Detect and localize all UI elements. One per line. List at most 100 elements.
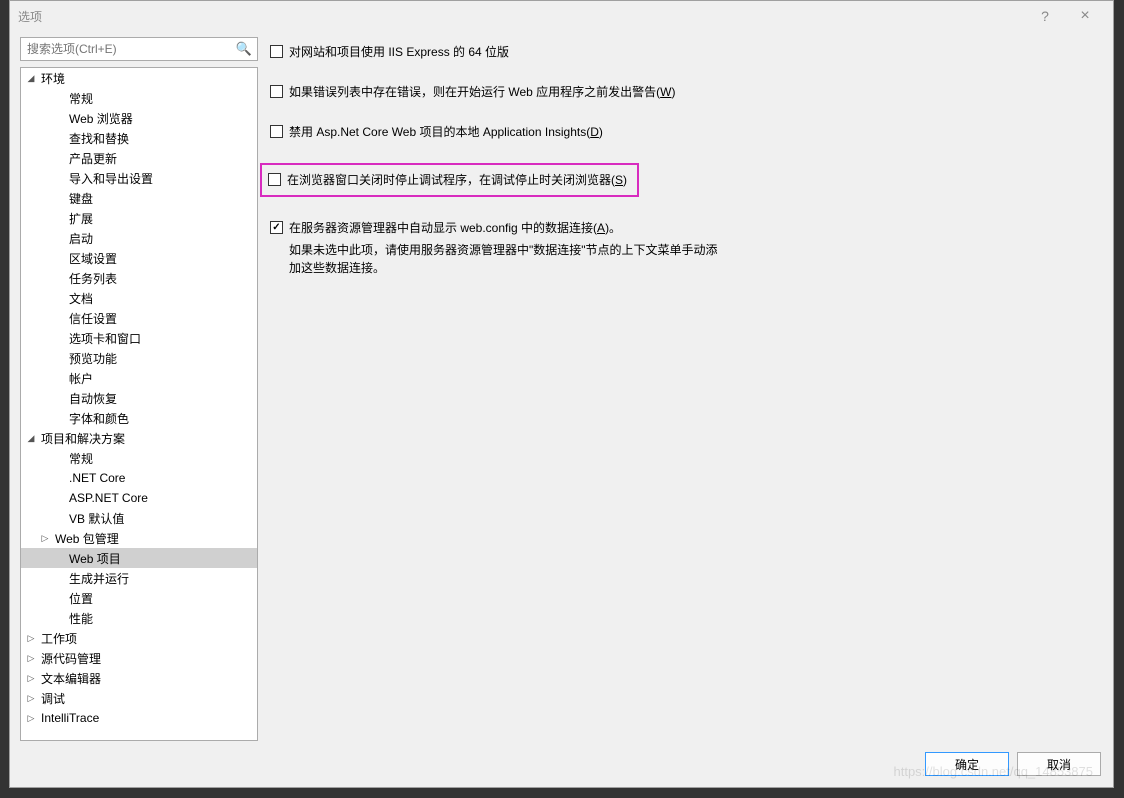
chevron-right-icon[interactable]: ▷ bbox=[25, 693, 37, 704]
option-label: 禁用 Asp.Net Core Web 项目的本地 Application In… bbox=[289, 123, 603, 141]
tree-item[interactable]: 文档 bbox=[21, 288, 257, 308]
options-tree: ◢环境常规Web 浏览器查找和替换产品更新导入和导出设置键盘扩展启动区域设置任务… bbox=[20, 67, 258, 741]
tree-item[interactable]: 自动恢复 bbox=[21, 388, 257, 408]
tree-item[interactable]: ◢项目和解决方案 bbox=[21, 428, 257, 448]
tree-item[interactable]: 导入和导出设置 bbox=[21, 168, 257, 188]
option-label: 在服务器资源管理器中自动显示 web.config 中的数据连接(A)。 bbox=[289, 219, 621, 237]
option-label: 对网站和项目使用 IIS Express 的 64 位版 bbox=[289, 43, 509, 61]
tree-item-label: 文本编辑器 bbox=[37, 670, 101, 687]
chevron-down-icon[interactable]: ◢ bbox=[25, 73, 37, 84]
tree-item-label: 扩展 bbox=[65, 210, 93, 227]
checkbox-icon[interactable] bbox=[270, 125, 283, 138]
tree-item-label: VB 默认值 bbox=[65, 510, 124, 527]
options-panel: 对网站和项目使用 IIS Express 的 64 位版 如果错误列表中存在错误… bbox=[268, 37, 1103, 741]
tree-item-label: .NET Core bbox=[65, 471, 125, 485]
help-icon: ? bbox=[1041, 8, 1049, 24]
tree-item[interactable]: Web 浏览器 bbox=[21, 108, 257, 128]
tree-item[interactable]: ▷工作项 bbox=[21, 628, 257, 648]
option-label: 在浏览器窗口关闭时停止调试程序，在调试停止时关闭浏览器(S) bbox=[287, 171, 627, 189]
tree-item-label: 产品更新 bbox=[65, 150, 117, 167]
tree-item[interactable]: VB 默认值 bbox=[21, 508, 257, 528]
checkbox-icon[interactable] bbox=[270, 45, 283, 58]
help-button[interactable]: ? bbox=[1025, 1, 1065, 31]
tree-item[interactable]: 性能 bbox=[21, 608, 257, 628]
tree-item[interactable]: ▷调试 bbox=[21, 688, 257, 708]
window-title: 选项 bbox=[18, 8, 42, 25]
chevron-right-icon[interactable]: ▷ bbox=[25, 633, 37, 644]
close-icon: × bbox=[1080, 7, 1089, 25]
tree-item[interactable]: 启动 bbox=[21, 228, 257, 248]
tree-item-label: 位置 bbox=[65, 590, 93, 607]
tree-item[interactable]: ▷源代码管理 bbox=[21, 648, 257, 668]
tree-item[interactable]: 帐户 bbox=[21, 368, 257, 388]
tree-item[interactable]: ASP.NET Core bbox=[21, 488, 257, 508]
tree-item-label: 生成并运行 bbox=[65, 570, 129, 587]
tree-item-label: 键盘 bbox=[65, 190, 93, 207]
tree-item-label: 查找和替换 bbox=[65, 130, 129, 147]
ok-button[interactable]: 确定 bbox=[925, 752, 1009, 776]
tree-item[interactable]: 生成并运行 bbox=[21, 568, 257, 588]
tree-item-label: 任务列表 bbox=[65, 270, 117, 287]
close-button[interactable]: × bbox=[1065, 1, 1105, 31]
search-icon: 🔍 bbox=[236, 41, 252, 57]
tree-item[interactable]: .NET Core bbox=[21, 468, 257, 488]
tree-item[interactable]: 预览功能 bbox=[21, 348, 257, 368]
tree-item[interactable]: ▷Web 包管理 bbox=[21, 528, 257, 548]
tree-item-label: 工作项 bbox=[37, 630, 77, 647]
tree-item-label: 选项卡和窗口 bbox=[65, 330, 141, 347]
option-iis-64bit[interactable]: 对网站和项目使用 IIS Express 的 64 位版 bbox=[268, 43, 1101, 61]
chevron-right-icon[interactable]: ▷ bbox=[39, 533, 51, 544]
tree-item-label: Web 浏览器 bbox=[65, 110, 133, 127]
option-sub-text: 如果未选中此项，请使用服务器资源管理器中"数据连接"节点的上下文菜单手动添加这些… bbox=[268, 241, 718, 277]
tree-item-label: 导入和导出设置 bbox=[65, 170, 153, 187]
tree-item-label: 信任设置 bbox=[65, 310, 117, 327]
tree-item[interactable]: 区域设置 bbox=[21, 248, 257, 268]
tree-item-label: 区域设置 bbox=[65, 250, 117, 267]
tree-item[interactable]: 查找和替换 bbox=[21, 128, 257, 148]
cancel-button[interactable]: 取消 bbox=[1017, 752, 1101, 776]
tree-item[interactable]: 选项卡和窗口 bbox=[21, 328, 257, 348]
tree-item-label: 文档 bbox=[65, 290, 93, 307]
tree-item[interactable]: 位置 bbox=[21, 588, 257, 608]
tree-item-label: 自动恢复 bbox=[65, 390, 117, 407]
option-warn-errors[interactable]: 如果错误列表中存在错误，则在开始运行 Web 应用程序之前发出警告(W) bbox=[268, 83, 1101, 101]
tree-item-label: 预览功能 bbox=[65, 350, 117, 367]
titlebar: 选项 ? × bbox=[10, 1, 1113, 31]
chevron-right-icon[interactable]: ▷ bbox=[25, 673, 37, 684]
chevron-down-icon[interactable]: ◢ bbox=[25, 433, 37, 444]
tree-item-label: 常规 bbox=[65, 450, 93, 467]
tree-item[interactable]: 任务列表 bbox=[21, 268, 257, 288]
tree-item-label: 项目和解决方案 bbox=[37, 430, 125, 447]
option-auto-show-connections[interactable]: 在服务器资源管理器中自动显示 web.config 中的数据连接(A)。 bbox=[268, 219, 1101, 237]
options-dialog: 选项 ? × 🔍 ◢环境常规Web 浏览器查找和替换产品更新导入和导出设置键盘扩… bbox=[9, 0, 1114, 788]
tree-item-label: 帐户 bbox=[65, 370, 93, 387]
chevron-right-icon[interactable]: ▷ bbox=[25, 653, 37, 664]
tree-item[interactable]: 常规 bbox=[21, 88, 257, 108]
tree-item[interactable]: ▷文本编辑器 bbox=[21, 668, 257, 688]
tree-item-label: 源代码管理 bbox=[37, 650, 101, 667]
tree-item[interactable]: 信任设置 bbox=[21, 308, 257, 328]
checkbox-icon[interactable] bbox=[270, 221, 283, 234]
tree-item[interactable]: 键盘 bbox=[21, 188, 257, 208]
tree-item[interactable]: ◢环境 bbox=[21, 68, 257, 88]
tree-item-label: 调试 bbox=[37, 690, 65, 707]
search-input[interactable] bbox=[20, 37, 258, 61]
tree-item-label: IntelliTrace bbox=[37, 711, 99, 725]
tree-item[interactable]: 常规 bbox=[21, 448, 257, 468]
checkbox-icon[interactable] bbox=[270, 85, 283, 98]
tree-scroll[interactable]: ◢环境常规Web 浏览器查找和替换产品更新导入和导出设置键盘扩展启动区域设置任务… bbox=[21, 68, 257, 740]
tree-item[interactable]: 产品更新 bbox=[21, 148, 257, 168]
tree-item[interactable]: 字体和颜色 bbox=[21, 408, 257, 428]
tree-item[interactable]: 扩展 bbox=[21, 208, 257, 228]
tree-item-label: Web 包管理 bbox=[51, 530, 119, 547]
option-label: 如果错误列表中存在错误，则在开始运行 Web 应用程序之前发出警告(W) bbox=[289, 83, 675, 101]
chevron-right-icon[interactable]: ▷ bbox=[25, 713, 37, 724]
tree-item-label: 字体和颜色 bbox=[65, 410, 129, 427]
tree-item-label: 性能 bbox=[65, 610, 93, 627]
option-disable-appinsights[interactable]: 禁用 Asp.Net Core Web 项目的本地 Application In… bbox=[268, 123, 1101, 141]
tree-item[interactable]: Web 项目 bbox=[21, 548, 257, 568]
tree-item-label: ASP.NET Core bbox=[65, 491, 148, 505]
dialog-footer: 确定 取消 bbox=[10, 741, 1113, 787]
tree-item[interactable]: ▷IntelliTrace bbox=[21, 708, 257, 728]
checkbox-icon[interactable] bbox=[268, 173, 281, 186]
